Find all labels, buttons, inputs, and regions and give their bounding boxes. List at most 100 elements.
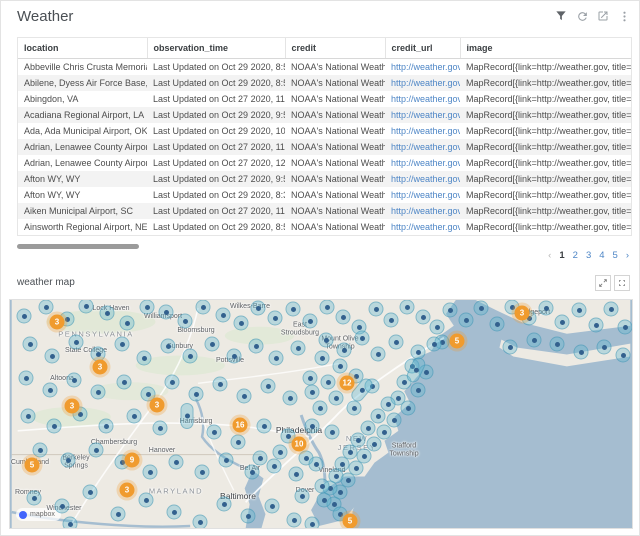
cluster-marker-blue[interactable]	[33, 443, 48, 458]
cluster-marker-blue[interactable]	[178, 314, 193, 329]
cluster-marker-orange[interactable]: 5	[450, 334, 465, 349]
cluster-marker-blue[interactable]	[369, 302, 384, 317]
column-header-image[interactable]: image	[460, 38, 631, 59]
cluster-marker-blue[interactable]	[295, 489, 310, 504]
cluster-marker-blue[interactable]	[117, 375, 132, 390]
expand-icon[interactable]	[595, 275, 611, 291]
cluster-marker-blue[interactable]	[321, 375, 336, 390]
cluster-marker-blue[interactable]	[401, 401, 416, 416]
cluster-marker-blue[interactable]	[67, 373, 82, 388]
cell-credit_url[interactable]: http://weather.gov/	[385, 91, 460, 107]
cluster-marker-blue[interactable]	[61, 453, 76, 468]
cluster-marker-blue[interactable]	[205, 337, 220, 352]
cluster-marker-blue[interactable]	[325, 425, 340, 440]
cluster-marker-blue[interactable]	[490, 317, 505, 332]
cluster-marker-blue[interactable]	[313, 401, 328, 416]
cluster-marker-blue[interactable]	[43, 383, 58, 398]
refresh-icon[interactable]	[575, 9, 589, 23]
cluster-marker-orange[interactable]: 5	[25, 458, 40, 473]
cluster-marker-blue[interactable]	[572, 303, 587, 318]
cluster-marker-blue[interactable]	[527, 333, 542, 348]
cluster-marker-blue[interactable]	[443, 303, 458, 318]
mapbox-attribution[interactable]: mapbox	[16, 508, 61, 521]
open-in-new-icon[interactable]	[596, 9, 610, 23]
cluster-marker-blue[interactable]	[83, 485, 98, 500]
cluster-marker-blue[interactable]	[241, 509, 256, 524]
cluster-marker-orange[interactable]: 16	[233, 418, 248, 433]
cluster-marker-blue[interactable]	[474, 301, 489, 316]
cluster-marker-blue[interactable]	[159, 305, 174, 320]
cluster-marker-blue[interactable]	[427, 337, 442, 352]
cluster-marker-blue[interactable]	[99, 419, 114, 434]
cluster-marker-blue[interactable]	[63, 517, 78, 530]
cluster-marker-blue[interactable]	[336, 310, 351, 325]
cluster-marker-blue[interactable]	[265, 499, 280, 514]
page-button-4[interactable]: 4	[599, 250, 604, 261]
cluster-marker-blue[interactable]	[305, 385, 320, 400]
cluster-marker-blue[interactable]	[143, 465, 158, 480]
fit-bounds-icon[interactable]	[614, 275, 630, 291]
cluster-marker-blue[interactable]	[45, 349, 60, 364]
cluster-marker-blue[interactable]	[21, 409, 36, 424]
cell-credit_url[interactable]: http://weather.gov/	[385, 123, 460, 139]
cluster-marker-blue[interactable]	[183, 349, 198, 364]
cluster-marker-blue[interactable]	[100, 306, 115, 321]
cell-credit_url[interactable]: http://weather.gov/	[385, 59, 460, 76]
cluster-marker-blue[interactable]	[286, 302, 301, 317]
cluster-marker-blue[interactable]	[550, 337, 565, 352]
cluster-marker-blue[interactable]	[261, 379, 276, 394]
horizontal-scrollbar[interactable]	[17, 244, 139, 249]
cluster-marker-blue[interactable]	[371, 347, 386, 362]
cluster-marker-orange[interactable]: 9	[125, 453, 140, 468]
cluster-marker-blue[interactable]	[589, 318, 604, 333]
page-button-3[interactable]: 3	[586, 250, 591, 261]
cluster-marker-blue[interactable]	[411, 383, 426, 398]
cluster-marker-blue[interactable]	[257, 419, 272, 434]
cluster-marker-blue[interactable]	[320, 300, 335, 315]
cell-credit_url[interactable]: http://weather.gov/	[385, 139, 460, 155]
cluster-marker-blue[interactable]	[315, 351, 330, 366]
cluster-marker-blue[interactable]	[315, 479, 330, 494]
cluster-marker-blue[interactable]	[213, 377, 228, 392]
cluster-marker-blue[interactable]	[459, 313, 474, 328]
cluster-marker-blue[interactable]	[303, 371, 318, 386]
cluster-marker-blue[interactable]	[289, 467, 304, 482]
cluster-marker-orange[interactable]: 10	[292, 437, 307, 452]
cluster-marker-blue[interactable]	[196, 300, 211, 315]
cluster-marker-blue[interactable]	[291, 341, 306, 356]
cluster-marker-orange[interactable]: 3	[150, 398, 165, 413]
cluster-marker-blue[interactable]	[616, 348, 631, 363]
cluster-marker-blue[interactable]	[161, 339, 176, 354]
cluster-marker-blue[interactable]	[245, 465, 260, 480]
cluster-marker-blue[interactable]	[503, 340, 518, 355]
cluster-marker-blue[interactable]	[137, 351, 152, 366]
cluster-marker-orange[interactable]: 3	[65, 399, 80, 414]
cluster-marker-blue[interactable]	[127, 409, 142, 424]
cluster-marker-blue[interactable]	[69, 335, 84, 350]
cluster-marker-blue[interactable]	[189, 387, 204, 402]
cluster-marker-blue[interactable]	[384, 313, 399, 328]
more-vert-icon[interactable]	[617, 9, 631, 23]
cluster-marker-blue[interactable]	[39, 300, 54, 315]
cluster-marker-blue[interactable]	[216, 308, 231, 323]
cluster-marker-blue[interactable]	[140, 300, 155, 315]
cluster-marker-blue[interactable]	[237, 389, 252, 404]
cluster-marker-blue[interactable]	[337, 343, 352, 358]
cluster-marker-orange[interactable]: 3	[120, 483, 135, 498]
cluster-marker-blue[interactable]	[253, 451, 268, 466]
cluster-marker-blue[interactable]	[79, 299, 94, 314]
cluster-marker-blue[interactable]	[120, 316, 135, 331]
cluster-marker-blue[interactable]	[27, 491, 42, 506]
column-header-credit_url[interactable]: credit_url	[385, 38, 460, 59]
cluster-marker-blue[interactable]	[317, 493, 332, 508]
cluster-marker-blue[interactable]	[305, 419, 320, 434]
cluster-marker-blue[interactable]	[430, 320, 445, 335]
column-header-observation_time[interactable]: observation_time	[147, 38, 285, 59]
cluster-marker-blue[interactable]	[89, 443, 104, 458]
cluster-marker-blue[interactable]	[167, 505, 182, 520]
cluster-marker-blue[interactable]	[355, 331, 370, 346]
cluster-marker-blue[interactable]	[267, 459, 282, 474]
filter-icon[interactable]	[554, 9, 568, 23]
cluster-marker-blue[interactable]	[273, 445, 288, 460]
cluster-marker-orange[interactable]: 3	[50, 315, 65, 330]
